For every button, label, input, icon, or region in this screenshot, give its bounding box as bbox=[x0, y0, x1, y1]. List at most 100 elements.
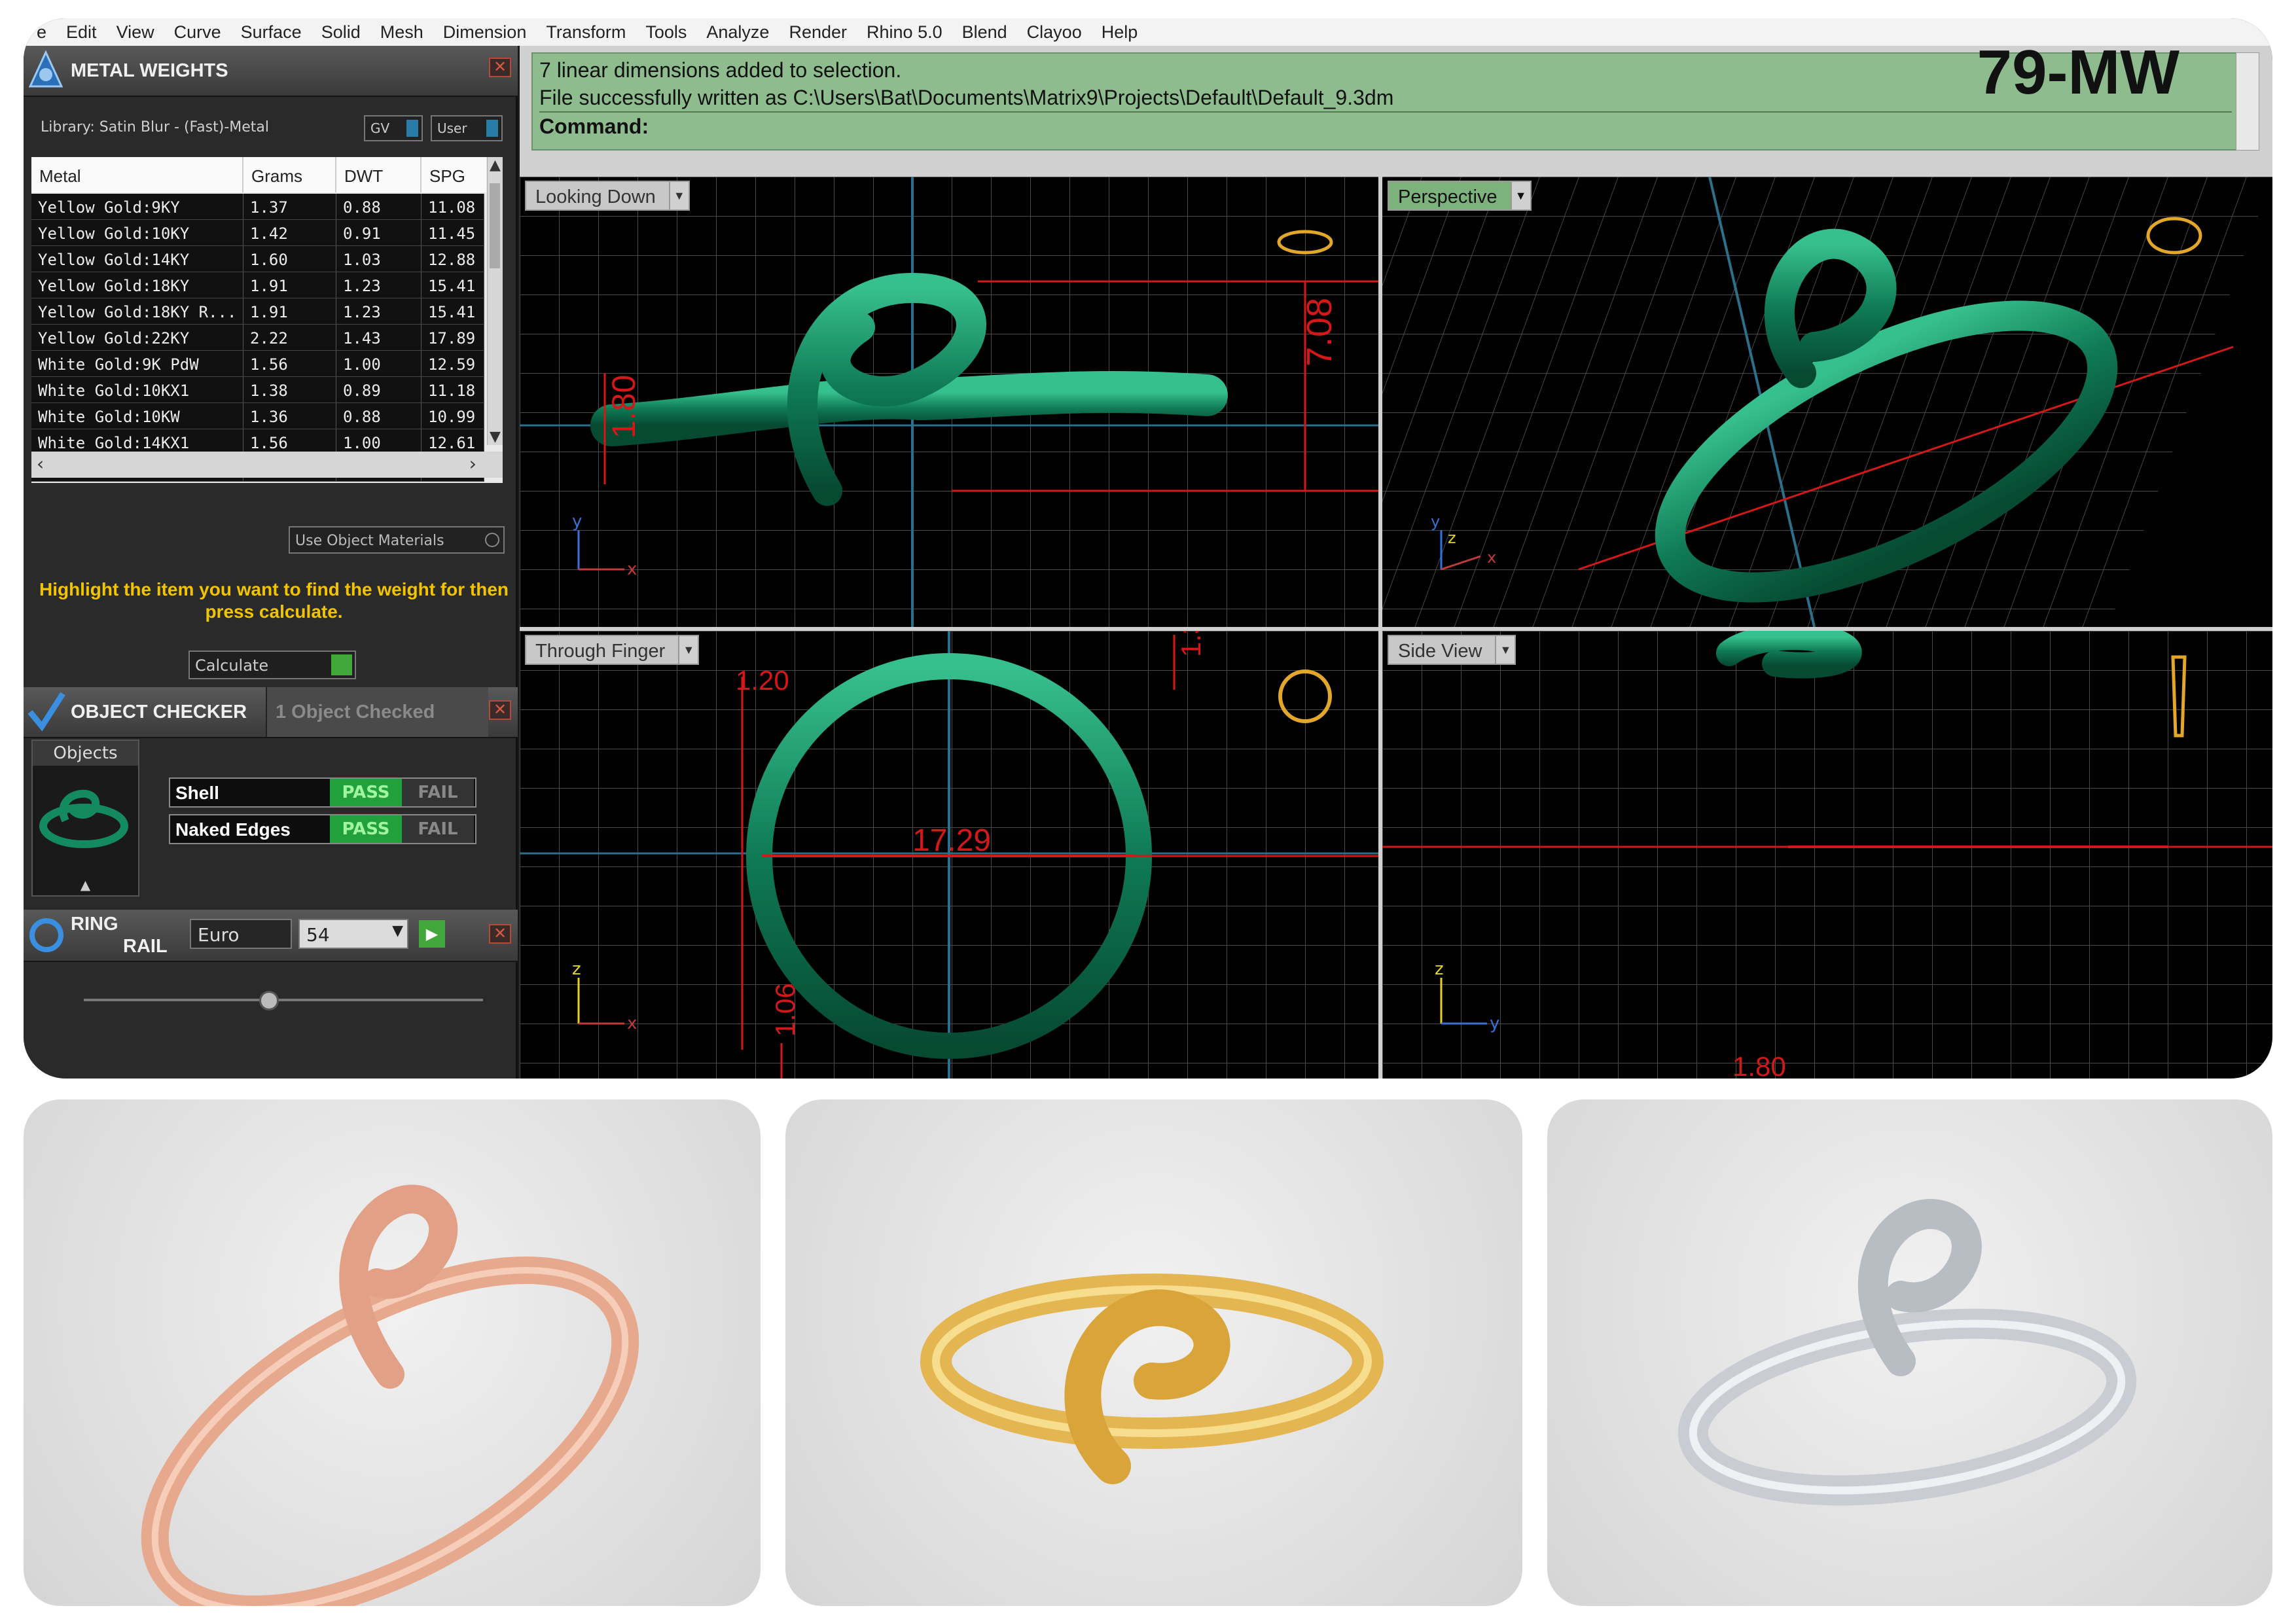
menu-view[interactable]: View bbox=[117, 22, 154, 43]
table-cell: 1.37 bbox=[243, 194, 336, 219]
rose-gold-ring-image bbox=[141, 1185, 639, 1606]
table-row[interactable]: Yellow Gold:22KY 2.22 1.43 17.89 bbox=[31, 325, 484, 351]
naked-edges-label: Naked Edges bbox=[175, 819, 291, 840]
table-cell: 15.41 bbox=[422, 272, 484, 298]
axis-x-label: x bbox=[1487, 548, 1496, 567]
objects-list[interactable]: Objects ▲ bbox=[31, 740, 139, 897]
viewport-through-finger[interactable]: 17.29 1.20 1.38 1.06 z x Through Finger ▼ bbox=[520, 631, 1378, 1079]
calculate-label: Calculate bbox=[195, 656, 269, 675]
looking-down-canvas: 7.08 1.80 y x bbox=[520, 177, 1378, 627]
menu-file[interactable]: e bbox=[37, 22, 46, 43]
table-cell: Yellow Gold:18KY bbox=[31, 272, 243, 298]
ring-rail-slider-track[interactable] bbox=[84, 999, 483, 1001]
menu-dimension[interactable]: Dimension bbox=[443, 22, 527, 43]
white-gold-ring-image bbox=[1677, 1199, 2137, 1506]
table-row[interactable]: Yellow Gold:18KY R... 1.91 1.23 15.41 bbox=[31, 298, 484, 325]
menu-solid[interactable]: Solid bbox=[321, 22, 361, 43]
menu-clayoo[interactable]: Clayoo bbox=[1027, 22, 1082, 43]
viewport-perspective-tab[interactable]: Perspective ▼ bbox=[1388, 181, 1532, 211]
command-prompt[interactable]: Command: bbox=[539, 111, 2232, 140]
col-dwt[interactable]: DWT bbox=[336, 157, 422, 192]
ring-rail-close-icon[interactable]: ✕ bbox=[489, 924, 511, 944]
menu-help[interactable]: Help bbox=[1102, 22, 1138, 43]
object-checker-close-icon[interactable]: ✕ bbox=[489, 700, 511, 720]
naked-edges-check: Naked Edges PASS FAIL bbox=[169, 814, 476, 844]
menu-rhino[interactable]: Rhino 5.0 bbox=[867, 22, 942, 43]
command-scrollbar[interactable] bbox=[2236, 52, 2259, 151]
workspace: 7 linear dimensions added to selection. … bbox=[520, 41, 2272, 1079]
table-row[interactable]: White Gold:9K PdW 1.56 1.00 12.59 bbox=[31, 351, 484, 377]
dim-shank-top: 1.20 bbox=[736, 665, 789, 696]
chevron-down-icon: ▼ bbox=[1495, 636, 1515, 664]
viewport-perspective-label: Perspective bbox=[1398, 187, 1498, 207]
table-cell: Yellow Gold:9KY bbox=[31, 194, 243, 219]
table-horizontal-scrollbar[interactable]: ‹ › bbox=[31, 452, 503, 478]
viewport-looking-down-label: Looking Down bbox=[535, 187, 656, 207]
viewport-side-view[interactable]: 1.80 z y Side View ▼ bbox=[1382, 631, 2272, 1079]
metal-weights-title: METAL WEIGHTS bbox=[71, 60, 228, 81]
table-cell: 1.60 bbox=[243, 246, 336, 272]
menu-bar: e Edit View Curve Surface Solid Mesh Dim… bbox=[24, 18, 2272, 46]
menu-mesh[interactable]: Mesh bbox=[380, 22, 423, 43]
viewport-looking-down-tab[interactable]: Looking Down ▼ bbox=[525, 181, 690, 211]
metal-weights-close-icon[interactable]: ✕ bbox=[489, 58, 511, 77]
table-row[interactable]: White Gold:10KW 1.36 0.88 10.99 bbox=[31, 403, 484, 429]
menu-blend[interactable]: Blend bbox=[962, 22, 1007, 43]
viewport-through-finger-tab[interactable]: Through Finger ▼ bbox=[525, 635, 700, 665]
table-cell: 2.22 bbox=[243, 325, 336, 350]
viewport-through-finger-label: Through Finger bbox=[535, 641, 666, 662]
table-cell: 11.18 bbox=[422, 377, 484, 402]
menu-edit[interactable]: Edit bbox=[66, 22, 97, 43]
table-cell: 0.88 bbox=[336, 194, 422, 219]
dim-top-thickness: 1.38 bbox=[1175, 631, 1206, 657]
table-row[interactable]: Yellow Gold:14KY 1.60 1.03 12.88 bbox=[31, 246, 484, 272]
table-row[interactable]: Yellow Gold:18KY 1.91 1.23 15.41 bbox=[31, 272, 484, 298]
table-cell: White Gold:9K PdW bbox=[31, 351, 243, 376]
table-cell: 1.91 bbox=[243, 298, 336, 324]
menu-tools[interactable]: Tools bbox=[645, 22, 687, 43]
menu-transform[interactable]: Transform bbox=[546, 22, 626, 43]
table-vertical-scrollbar[interactable]: ▲ ▼ bbox=[487, 157, 503, 445]
user-toggle[interactable]: User bbox=[431, 115, 503, 141]
ring-rail-apply-icon[interactable]: ▶ bbox=[419, 920, 445, 948]
table-cell: 10.99 bbox=[422, 403, 484, 429]
col-metal[interactable]: Metal bbox=[31, 157, 243, 192]
col-spg[interactable]: SPG bbox=[422, 157, 486, 192]
menu-render[interactable]: Render bbox=[789, 22, 847, 43]
table-cell: 1.36 bbox=[243, 403, 336, 429]
yellow-gold-render bbox=[785, 1099, 1522, 1606]
viewport-perspective[interactable]: y z x Perspective ▼ bbox=[1382, 177, 2272, 627]
dim-bottom-thickness: 1.06 bbox=[770, 983, 800, 1037]
calculate-button[interactable]: Calculate bbox=[188, 651, 356, 679]
viewport-looking-down[interactable]: 7.08 1.80 y x Looking Down ▼ bbox=[520, 177, 1378, 627]
ring-size-select[interactable]: 54 ▼ bbox=[298, 919, 408, 949]
ring-rail-header: RING RAIL Euro 54 ▼ ▶ ✕ bbox=[24, 910, 518, 962]
table-header: Metal Grams DWT SPG bbox=[31, 157, 486, 192]
ring-rail-slider-handle[interactable] bbox=[259, 991, 279, 1010]
viewport-side-view-tab[interactable]: Side View ▼ bbox=[1388, 635, 1516, 665]
shell-fail-badge: FAIL bbox=[402, 779, 474, 806]
menu-analyze[interactable]: Analyze bbox=[706, 22, 769, 43]
table-row[interactable]: Yellow Gold:10KY 1.42 0.91 11.45 bbox=[31, 220, 484, 246]
metal-weights-table: Metal Grams DWT SPG Yellow Gold:9KY 1.37 0… bbox=[31, 157, 503, 483]
use-object-materials-checkbox[interactable]: Use Object Materials bbox=[289, 526, 505, 554]
user-toggle-label: User bbox=[437, 120, 467, 136]
objects-label: Objects bbox=[33, 741, 138, 766]
table-cell: 12.88 bbox=[422, 246, 484, 272]
metal-weights-header: METAL WEIGHTS ✕ bbox=[24, 46, 518, 97]
use-object-materials-label: Use Object Materials bbox=[295, 533, 444, 549]
col-grams[interactable]: Grams bbox=[243, 157, 336, 192]
table-cell: White Gold:10KX1 bbox=[31, 377, 243, 402]
table-row[interactable]: White Gold:10KX1 1.38 0.89 11.18 bbox=[31, 377, 484, 403]
shell-check: Shell PASS FAIL bbox=[169, 777, 476, 808]
menu-surface[interactable]: Surface bbox=[241, 22, 302, 43]
rose-gold-render bbox=[24, 1099, 761, 1606]
menu-curve[interactable]: Curve bbox=[174, 22, 221, 43]
table-cell: Yellow Gold:22KY bbox=[31, 325, 243, 350]
weight-hint: Highlight the item you want to find the … bbox=[39, 579, 509, 622]
objects-expand-icon[interactable]: ▲ bbox=[33, 877, 138, 893]
ring-standard-select[interactable]: Euro bbox=[190, 919, 292, 949]
gv-toggle[interactable]: GV bbox=[364, 115, 423, 141]
axis-z-label: z bbox=[1448, 529, 1456, 547]
table-row[interactable]: Yellow Gold:9KY 1.37 0.88 11.08 bbox=[31, 194, 484, 220]
